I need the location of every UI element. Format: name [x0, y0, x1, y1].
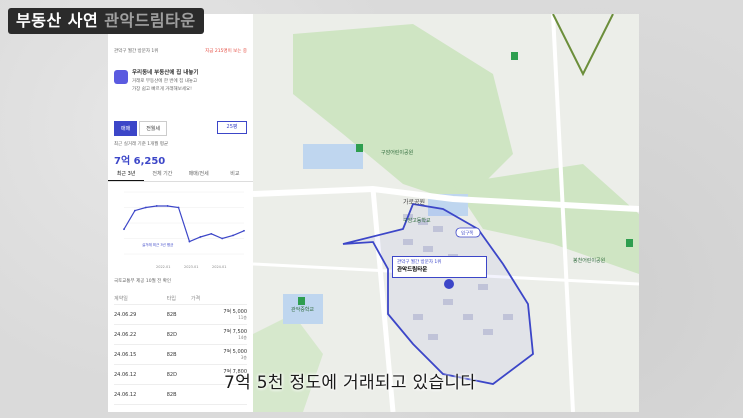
chart-point: [123, 228, 125, 231]
visitor-notice: 관악구 월간 방문자 1위: [114, 49, 159, 54]
map-label: 봉천어린이공원: [573, 257, 606, 264]
trade-floor: 3층: [240, 355, 247, 360]
school-zone: [303, 144, 363, 169]
tab-trade[interactable]: 매매: [114, 121, 138, 136]
chart-x-tick: 2022.01: [156, 265, 170, 269]
period-tab[interactable]: 최근 3년: [108, 167, 145, 181]
period-tabs: 최근 3년 전체 기간 매매/전세 비교: [108, 167, 253, 182]
viewers-now: 지금 215명이 보는 중: [205, 49, 247, 54]
chart-point: [155, 205, 158, 207]
school-icon: [356, 144, 363, 152]
trade-type: 82B: [166, 304, 191, 325]
chart-point: [144, 206, 147, 209]
chart-point: [243, 229, 245, 232]
trade-floor: 14층: [238, 335, 247, 340]
period-tab[interactable]: 매매/전세: [181, 167, 217, 181]
trade-date: 24.06.29: [114, 304, 167, 325]
period-tab[interactable]: 비교: [217, 167, 253, 181]
tab-rent[interactable]: 전월세: [139, 121, 168, 136]
map-view[interactable]: 구암어린이공원 관악중학교 구암고등학교 봉천어린이공원 가로공원 입구쪽: [253, 14, 639, 412]
map-label: 구암어린이공원: [381, 149, 414, 156]
table-row[interactable]: 24.06.15 82B 7억 5,000 3층: [114, 344, 247, 365]
trade-caption: 국토교통부 제공 10월 전 확인: [114, 279, 171, 284]
chart-label: 실거래 최근 3년 평균: [142, 242, 174, 247]
chart-x-tick: 2024.01: [212, 265, 226, 269]
table-row[interactable]: 24.06.29 82B 7억 5,000 11층: [114, 304, 247, 325]
trade-floor: 11층: [238, 315, 247, 320]
trade-type: 82D: [166, 364, 191, 385]
complex-info-card[interactable]: 관악구 월간 방문자 1위 관악드림타운: [392, 256, 487, 278]
trade-type: 82B: [166, 384, 191, 405]
ad-line-2: 가장 쉽고 빠르게 거래해보세요!: [132, 87, 192, 92]
school-icon: [511, 52, 518, 60]
chart-point: [232, 234, 234, 237]
period-tab[interactable]: 전체 기간: [144, 167, 180, 181]
trade-date: 24.06.12: [114, 384, 167, 405]
house-icon: [114, 70, 128, 84]
table-row[interactable]: 24.06.22 82D 7억 7,500 14층: [114, 324, 247, 345]
map-label: 관악중학교: [291, 306, 314, 313]
header-type: 타입: [166, 292, 191, 305]
chart-x-tick: 2023.01: [184, 265, 198, 269]
trade-date: 24.06.12: [114, 364, 167, 385]
selected-complex-pin: [444, 279, 454, 289]
map-canvas: 구암어린이공원 관악중학교 구암고등학교 봉천어린이공원 가로공원 입구쪽: [253, 14, 639, 412]
video-title-suffix: 관악드림타운: [104, 11, 196, 30]
map-label: 구암고등학교: [403, 217, 431, 224]
trade-type: 82D: [166, 324, 191, 345]
chart-point: [199, 236, 202, 238]
chart-point: [221, 237, 224, 240]
sell-ad-banner[interactable]: 우리동네 부동산에 집 내놓기 거래로 부동산에 한 번에 집 내놓고 가장 쉽…: [114, 66, 247, 106]
chart-point: [134, 209, 136, 212]
school-icon: [626, 239, 633, 247]
ad-title: 우리동네 부동산에 집 내놓기: [132, 70, 199, 76]
chart-point: [166, 205, 169, 207]
trade-date: 24.06.22: [114, 324, 167, 345]
trade-type: 82B: [166, 344, 191, 365]
price-caption: 최근 실거래 기준 1개월 평균: [114, 142, 169, 147]
header-date: 계약일: [114, 292, 167, 305]
trade-date: 24.06.15: [114, 344, 167, 365]
trade-table-header: 계약일 타입 가격: [114, 292, 247, 305]
card-name: 관악드림타운: [397, 267, 428, 273]
video-title: 부동산 사연: [16, 11, 99, 30]
average-price: 7억 6,250: [114, 156, 166, 167]
entrance-label: 입구쪽: [461, 230, 473, 237]
park-label: 가로공원: [403, 198, 425, 206]
chart-point: [177, 206, 180, 209]
header-price: 가격: [190, 292, 247, 305]
video-subtitle: 7억 5천 정도에 거래되고 있습니다: [224, 373, 477, 393]
chart-point: [188, 240, 191, 243]
apartment-info-panel: 관악구 월간 방문자 1위 지금 215명이 보는 중 우리동네 부동산에 집 …: [108, 14, 254, 412]
area-select[interactable]: 25평: [217, 121, 247, 134]
price-chart: 실거래 최근 3년 평균 2022.01 2023.01 2024.01: [112, 184, 249, 272]
video-title-badge: 부동산 사연 관악드림타운: [8, 8, 204, 34]
school-icon: [298, 297, 305, 305]
ad-line-1: 거래로 부동산에 한 번에 집 내놓고: [132, 79, 198, 84]
chart-point: [210, 232, 213, 235]
deal-type-tabs: 매매 전월세: [114, 121, 168, 136]
